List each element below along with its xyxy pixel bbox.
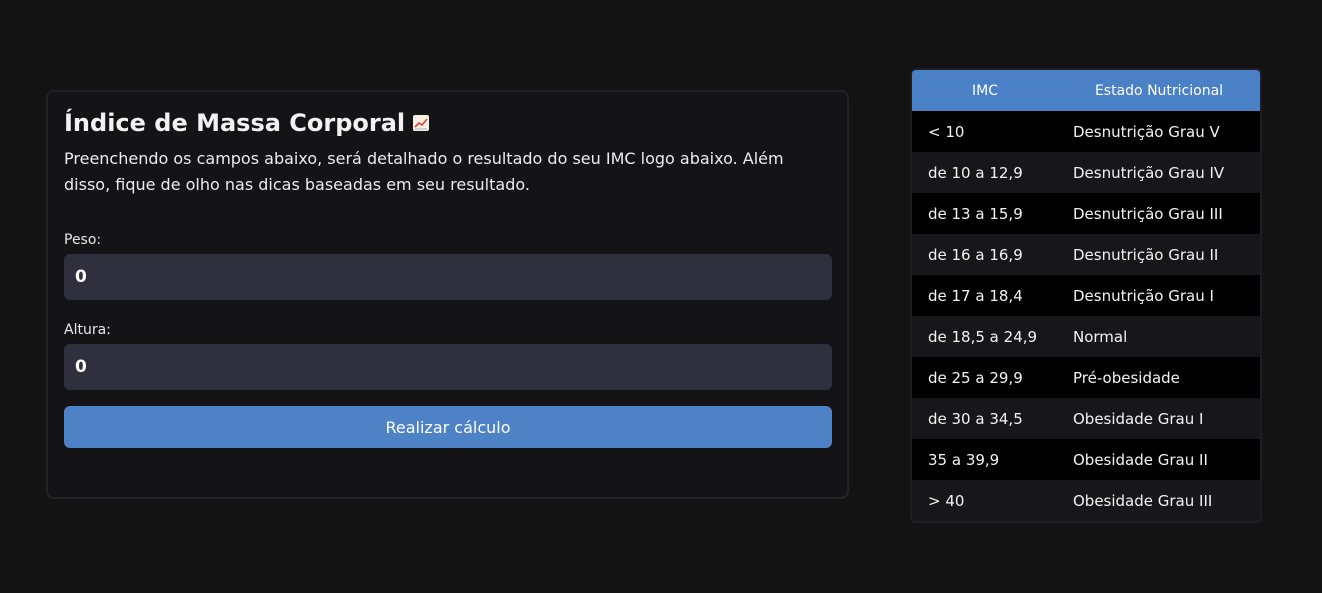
status-cell: Pré-obesidade [1073, 368, 1180, 387]
page-title: Índice de Massa Corporal [64, 108, 831, 138]
imc-range-cell: de 17 a 18,4 [928, 286, 1023, 305]
table-row: 35 a 39,9 Obesidade Grau II [912, 439, 1260, 480]
weight-input[interactable] [64, 254, 832, 300]
calculate-button[interactable]: Realizar cálculo [64, 406, 832, 448]
title-text: Índice de Massa Corporal [64, 109, 406, 137]
imc-range-cell: de 18,5 a 24,9 [928, 327, 1038, 346]
imc-range-cell: de 25 a 29,9 [928, 368, 1023, 387]
table-row: de 16 a 16,9 Desnutrição Grau II [912, 234, 1260, 275]
status-cell: Desnutrição Grau IV [1073, 163, 1225, 182]
imc-range-cell: de 10 a 12,9 [928, 163, 1023, 182]
table-row: de 17 a 18,4 Desnutrição Grau I [912, 275, 1260, 316]
status-cell: Obesidade Grau II [1073, 450, 1208, 469]
status-cell: Obesidade Grau I [1073, 409, 1204, 428]
status-cell: Desnutrição Grau V [1073, 122, 1220, 141]
table-row: de 30 a 34,5 Obesidade Grau I [912, 398, 1260, 439]
header-estado-nutricional: Estado Nutricional [1094, 82, 1224, 99]
bmi-reference-table: IMC Estado Nutricional < 10 Desnutrição … [910, 68, 1262, 523]
weight-label: Peso: [64, 232, 102, 248]
imc-range-cell: < 10 [928, 122, 965, 141]
table-row: de 13 a 15,9 Desnutrição Grau III [912, 193, 1260, 234]
height-label: Altura: [64, 322, 111, 338]
imc-range-cell: de 30 a 34,5 [928, 409, 1023, 428]
table-row: de 25 a 29,9 Pré-obesidade [912, 357, 1260, 398]
chart-increasing-icon [413, 115, 430, 131]
imc-range-cell: 35 a 39,9 [928, 450, 1000, 469]
status-cell: Obesidade Grau III [1073, 491, 1213, 510]
imc-range-cell: de 16 a 16,9 [928, 245, 1023, 264]
table-row: > 40 Obesidade Grau III [912, 480, 1260, 521]
status-cell: Desnutrição Grau I [1073, 286, 1214, 305]
status-cell: Normal [1073, 327, 1128, 346]
imc-range-cell: > 40 [928, 491, 965, 510]
imc-range-cell: de 13 a 15,9 [928, 204, 1023, 223]
status-cell: Desnutrição Grau II [1073, 245, 1219, 264]
bmi-form-card: Índice de Massa Corporal Preenchendo os … [46, 90, 849, 499]
table-row: de 18,5 a 24,9 Normal [912, 316, 1260, 357]
table-row: de 10 a 12,9 Desnutrição Grau IV [912, 152, 1260, 193]
table-row: < 10 Desnutrição Grau V [912, 111, 1260, 152]
table-header-row: IMC Estado Nutricional [912, 70, 1260, 111]
height-input[interactable] [64, 344, 832, 390]
description-text: Preenchendo os campos abaixo, será detal… [64, 149, 784, 194]
status-cell: Desnutrição Grau III [1073, 204, 1223, 223]
header-imc: IMC [972, 82, 998, 99]
